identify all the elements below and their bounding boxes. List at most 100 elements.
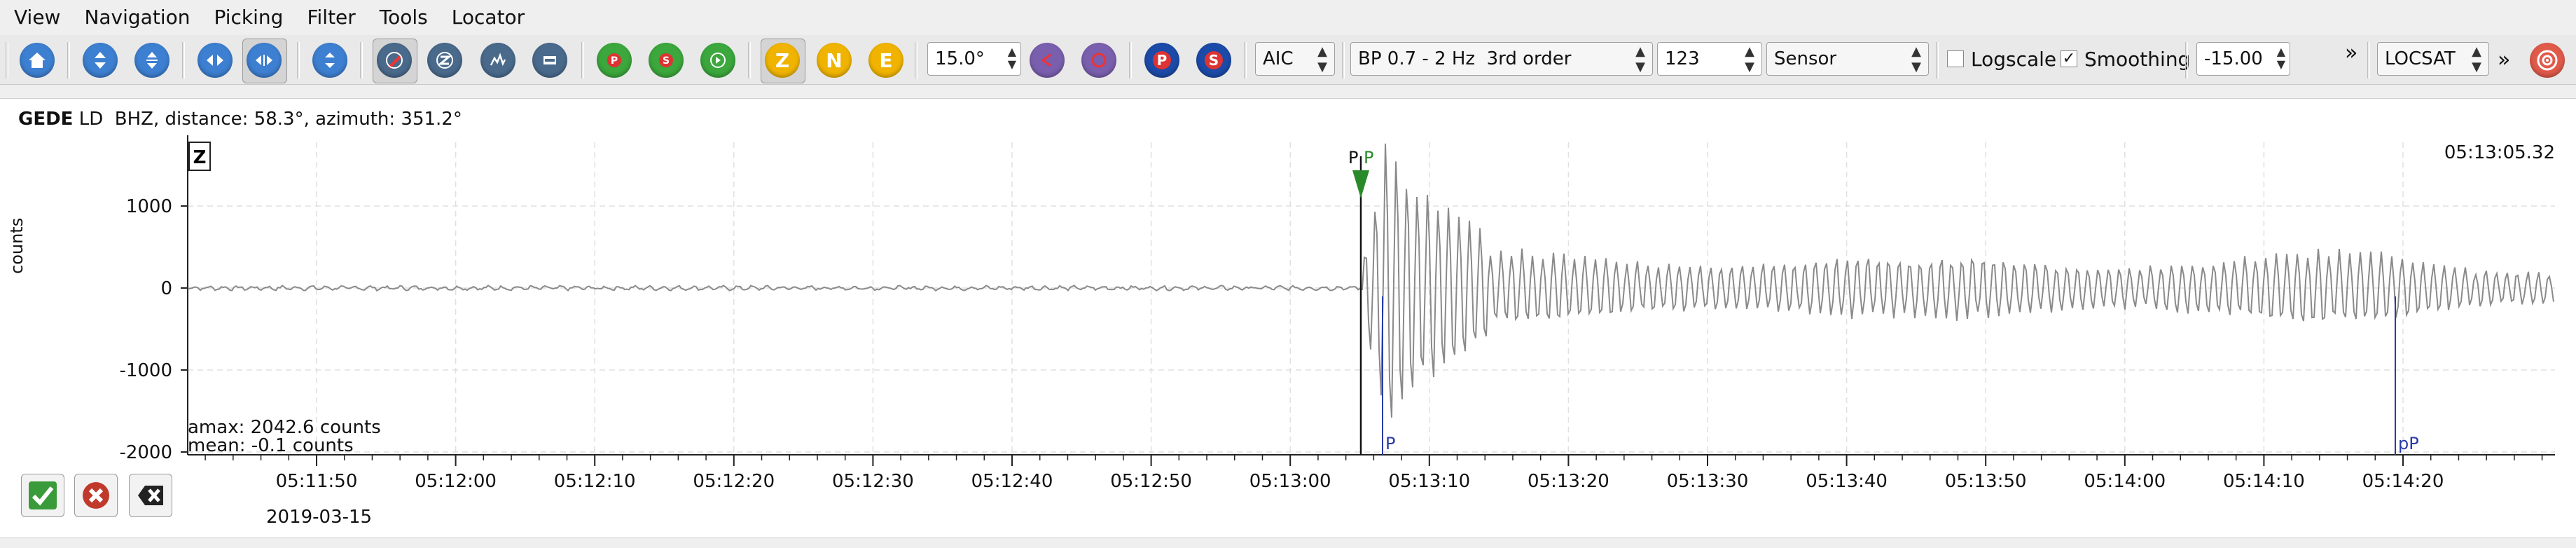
svg-text:S: S — [1209, 52, 1219, 69]
filter-value: BP 0.7 - 2 Hz 3rd order — [1358, 48, 1572, 69]
logscale-label: Logscale — [1971, 48, 2057, 71]
component-z-button[interactable]: Z — [765, 43, 800, 78]
toolbar-separator — [1129, 42, 1132, 78]
smoothing-label: Smoothing — [2084, 48, 2191, 71]
menu-filter[interactable]: Filter — [297, 0, 365, 35]
combo-arrows-icon: ▲ ▼ — [1911, 44, 1921, 74]
arrows-left-right-icon — [207, 55, 223, 66]
y-tick-label: -1000 — [119, 360, 172, 381]
scroll-left-right-button[interactable] — [198, 43, 233, 78]
rotate-left-icon — [1041, 53, 1051, 67]
scroll-up-button[interactable] — [83, 43, 118, 78]
home-icon — [29, 53, 46, 68]
trace-icon — [543, 56, 556, 64]
auto-p-pick-label: P — [1364, 148, 1373, 167]
y-tick-label: 1000 — [126, 196, 172, 217]
locator-combo[interactable]: LOCSAT ▲ ▼ — [2377, 42, 2489, 76]
arrows-up-down-icon — [95, 52, 106, 69]
record-button[interactable] — [532, 43, 567, 78]
picker-method-combo[interactable]: AIC ▲ ▼ — [1255, 42, 1335, 76]
rotate-back-button[interactable] — [1030, 43, 1065, 78]
waveform-trace — [187, 143, 2554, 418]
smoothing-checkbox[interactable]: ✓ — [2061, 50, 2077, 67]
svg-text:P: P — [611, 55, 618, 67]
arrow-s-icon: S — [659, 53, 673, 67]
smoothing-spinbox[interactable]: -15.00 ▲ ▼ — [2196, 42, 2290, 76]
zoom-angle-spinbox[interactable]: 15.0° ▲ ▼ — [927, 42, 1021, 76]
toolbar: P S Z N E 15.0° ▲ ▼ P S AIC ▲ ▼ BP 0.7 -… — [0, 35, 2576, 85]
x-tick-label: 05:11:50 — [276, 471, 358, 492]
logscale-checkbox[interactable] — [1947, 50, 1964, 67]
spectrogram-button[interactable] — [480, 43, 515, 78]
toolbar-separator — [1244, 42, 1247, 78]
locator-value: LOCSAT — [2385, 48, 2456, 69]
pick-p-button[interactable]: P — [1144, 43, 1179, 78]
toolbar-separator — [2185, 42, 2188, 78]
close-button[interactable] — [129, 474, 172, 517]
x-tick-label: 05:13:50 — [1945, 471, 2027, 492]
x-tick-label: 05:14:20 — [2362, 471, 2444, 492]
menu-view[interactable]: View — [4, 0, 70, 35]
spin-arrows-icon[interactable]: ▲ ▼ — [1008, 46, 1016, 71]
align-icon — [325, 53, 335, 68]
rotation-button[interactable] — [427, 43, 462, 78]
toolbar-separator — [748, 42, 751, 78]
toolbar-separator — [297, 42, 300, 78]
filter-param-combo[interactable]: 123 ▲ ▼ — [1657, 42, 1762, 76]
goto-s-button[interactable]: S — [649, 43, 684, 78]
menu-navigation[interactable]: Navigation — [74, 0, 200, 35]
toolbar-separator — [6, 42, 8, 78]
combo-arrows-icon: ▲ ▼ — [1635, 44, 1645, 74]
y-tick-label: -2000 — [119, 442, 172, 463]
spin-arrows-icon[interactable]: ▲ ▼ — [2277, 46, 2285, 71]
x-ticks: 05:11:50 05:12:00 05:12:10 05:12:20 05:12:30… — [205, 455, 2543, 492]
accept-icon — [29, 481, 57, 509]
menu-tools[interactable]: Tools — [370, 0, 438, 35]
menu-locator[interactable]: Locator — [442, 0, 534, 35]
locate-button[interactable] — [2530, 43, 2565, 78]
x-tick-label: 05:14:10 — [2223, 471, 2305, 492]
pick-s-button[interactable]: S — [1196, 43, 1231, 78]
trace-panel[interactable]: GEDE LD BHZ, distance: 58.3°, azimuth: 3… — [0, 98, 2576, 538]
auto-p-pick-marker — [1352, 170, 1369, 198]
reject-button[interactable] — [74, 474, 118, 517]
toolbar-separator — [1936, 42, 1939, 78]
reject-icon — [83, 482, 109, 509]
menu-picking[interactable]: Picking — [204, 0, 293, 35]
mean-label: mean: -0.1 counts — [188, 435, 354, 456]
seismogram-plot[interactable]: 1000 0 -1000 -2000 05:11:50 05:12:00 05:12:10… — [0, 99, 2576, 537]
component-n-button[interactable]: N — [817, 43, 852, 78]
toolbar-separator — [2367, 42, 2370, 78]
svg-text:S: S — [663, 55, 670, 67]
toolbar-separator — [67, 42, 70, 78]
goto-p-button[interactable]: P — [597, 43, 632, 78]
arrow-right-icon — [710, 53, 726, 68]
x-tick-label: 05:14:00 — [2084, 471, 2166, 492]
toolbar-overflow-button[interactable]: » — [2345, 41, 2357, 65]
zoom-horizontal-button[interactable] — [247, 43, 282, 78]
toolbar-separator — [360, 42, 363, 78]
component-e-button[interactable]: E — [868, 43, 903, 78]
home-button[interactable] — [20, 43, 55, 78]
x-tick-label: 05:13:40 — [1806, 471, 1888, 492]
p-pick-icon: P — [1153, 51, 1171, 69]
filter-combo[interactable]: BP 0.7 - 2 Hz 3rd order ▲ ▼ — [1350, 42, 1653, 76]
pick-mode-button[interactable] — [377, 43, 412, 78]
units-combo[interactable]: Sensor ▲ ▼ — [1766, 42, 1929, 76]
rotate-forward-button[interactable] — [1081, 43, 1116, 78]
x-tick-label: 05:12:00 — [415, 471, 497, 492]
align-button[interactable] — [312, 43, 347, 78]
component-n-label: N — [826, 48, 843, 72]
accept-button[interactable] — [21, 474, 64, 517]
x-tick-label: 05:12:40 — [971, 471, 1053, 492]
close-icon — [138, 486, 163, 505]
zoom-vertical-button[interactable] — [134, 43, 169, 78]
x-tick-label: 05:12:20 — [693, 471, 775, 492]
x-tick-label: 05:13:30 — [1667, 471, 1749, 492]
toolbar-overflow-button-2[interactable]: » — [2498, 48, 2510, 72]
x-tick-label: 05:12:10 — [554, 471, 636, 492]
x-tick-label: 05:12:30 — [832, 471, 914, 492]
arrows-expand-horizontal-icon — [256, 55, 272, 66]
goto-next-button[interactable] — [700, 43, 735, 78]
units-value: Sensor — [1774, 48, 1837, 69]
